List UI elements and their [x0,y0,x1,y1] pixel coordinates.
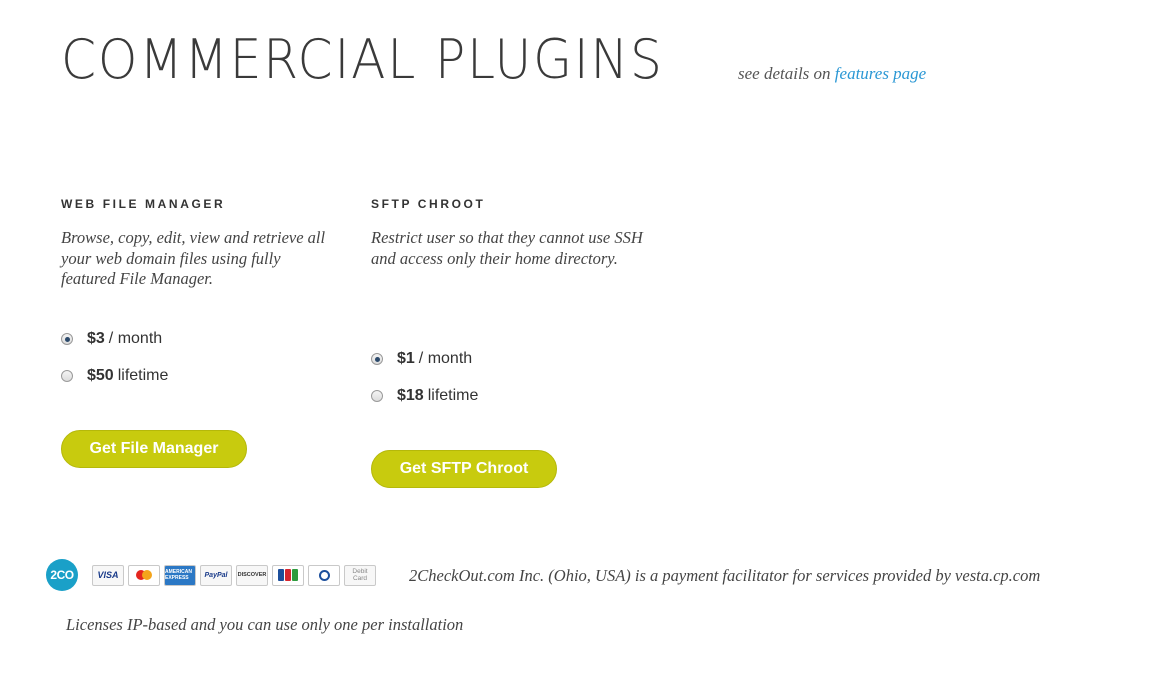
price-lifetime: $18 [397,387,424,404]
plugin-sftp-chroot: SFTP CHROOT Restrict user so that they c… [371,197,651,488]
option-lifetime[interactable]: $50 lifetime [61,367,168,385]
see-details-text: see details on features page [738,64,926,84]
discover-card-icon: DISCOVER [236,564,268,586]
price-lifetime: $50 [87,367,114,384]
period-monthly: / month [108,330,163,347]
card-logos: VISA AMERICAN EXPRESS PayPal DISCOVER De… [92,564,380,586]
visa-card-icon: VISA [92,564,124,586]
license-note: Licenses IP-based and you can use only o… [66,615,464,634]
jcb-card-icon [272,564,304,586]
period-monthly: / month [418,350,473,367]
see-details-prefix: see details on [738,64,831,83]
period-lifetime: lifetime [117,367,169,384]
period-lifetime: lifetime [427,387,479,404]
mastercard-icon [128,564,160,586]
plugin-description: Restrict user so that they cannot use SS… [371,228,643,268]
payment-methods: 2CO VISA AMERICAN EXPRESS PayPal DISCOVE… [46,559,380,591]
features-page-link[interactable]: features page [835,64,926,83]
plugin-description: Browse, copy, edit, view and retrieve al… [61,228,326,288]
2checkout-logo: 2CO [46,559,78,591]
page-title: COMMERCIAL PLUGINS [61,28,664,91]
payment-note: 2CheckOut.com Inc. (Ohio, USA) is a paym… [409,566,1041,585]
get-file-manager-button[interactable]: Get File Manager [61,430,247,468]
get-sftp-chroot-button[interactable]: Get SFTP Chroot [371,450,557,488]
radio-monthly[interactable] [371,353,383,365]
plugin-web-file-manager: WEB FILE MANAGER Browse, copy, edit, vie… [61,197,341,468]
diners-club-icon [308,564,340,586]
radio-lifetime[interactable] [371,390,383,402]
option-lifetime[interactable]: $18 lifetime [371,387,478,405]
radio-monthly[interactable] [61,333,73,345]
plugin-title: SFTP CHROOT [371,197,486,211]
option-monthly[interactable]: $1 / month [371,350,472,368]
debit-card-icon: Debit Card [344,564,376,586]
paypal-icon: PayPal [200,564,232,586]
radio-lifetime[interactable] [61,370,73,382]
price-monthly: $3 [87,330,105,347]
option-monthly[interactable]: $3 / month [61,330,162,348]
amex-card-icon: AMERICAN EXPRESS [164,564,196,586]
price-monthly: $1 [397,350,415,367]
plugin-title: WEB FILE MANAGER [61,197,226,211]
